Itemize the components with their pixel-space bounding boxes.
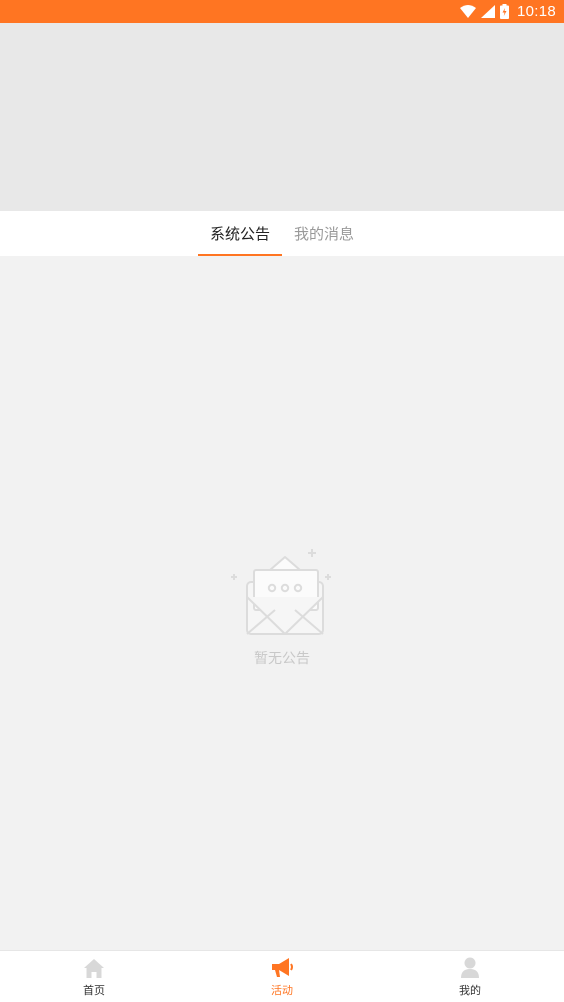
- announcement-list: 暂无公告: [0, 256, 564, 950]
- tab-bar: 系统公告 我的消息: [0, 211, 564, 256]
- empty-state-text: 暂无公告: [254, 651, 310, 667]
- megaphone-icon: [270, 955, 294, 979]
- home-icon: [83, 955, 105, 979]
- status-bar: 10:18: [0, 0, 564, 23]
- tab-label: 我的消息: [294, 225, 355, 243]
- battery-icon: [499, 4, 509, 19]
- nav-label: 我的: [459, 984, 481, 997]
- envelope-icon: [230, 546, 334, 642]
- banner-placeholder: [0, 23, 564, 211]
- bottom-nav: 首页 活动 我的: [0, 950, 564, 1002]
- wifi-icon: [459, 5, 476, 18]
- status-icons: [459, 4, 509, 19]
- nav-label: 首页: [83, 984, 105, 997]
- tab-system-announcement[interactable]: 系统公告: [197, 211, 283, 256]
- empty-state: 暂无公告: [0, 546, 564, 668]
- tab-label: 系统公告: [209, 225, 270, 243]
- user-icon: [460, 955, 480, 979]
- nav-label: 活动: [271, 984, 293, 997]
- signal-icon: [480, 5, 495, 18]
- nav-item-home[interactable]: 首页: [0, 951, 188, 1002]
- nav-item-mine[interactable]: 我的: [376, 951, 564, 1002]
- nav-item-activity[interactable]: 活动: [188, 951, 376, 1002]
- status-time: 10:18: [516, 3, 556, 20]
- tab-my-messages[interactable]: 我的消息: [282, 211, 366, 256]
